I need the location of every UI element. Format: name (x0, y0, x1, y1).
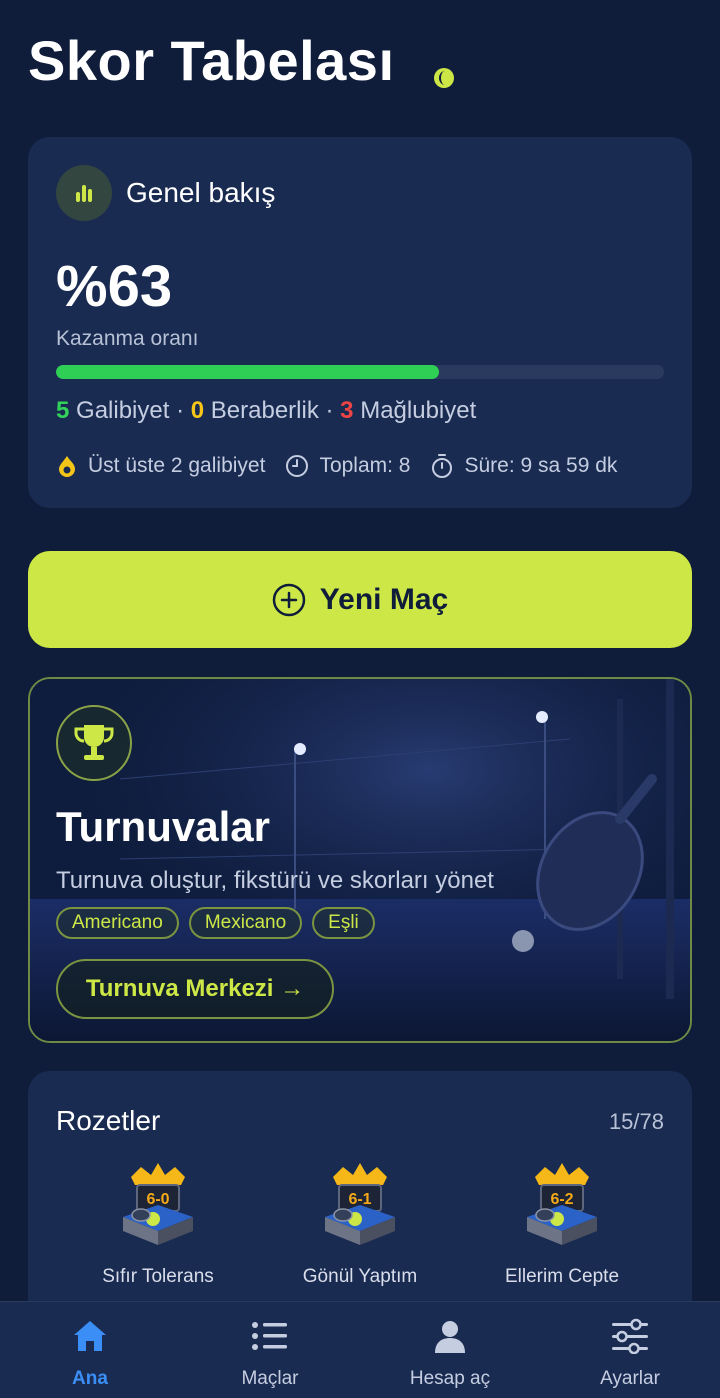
new-match-button[interactable]: Yeni Maç (28, 551, 692, 648)
tab-hesap-ac[interactable]: Hesap aç (380, 1316, 520, 1390)
streak-item: Üst üste 2 galibiyet (56, 454, 265, 478)
tab-label: Hesap aç (409, 1368, 491, 1389)
tab-label: Ana (72, 1368, 108, 1389)
overview-title: Genel bakış (126, 177, 276, 208)
badge-item[interactable]: 6-0 Sıfır Tolerans (58, 1159, 258, 1288)
clock-icon (286, 455, 309, 477)
plus-circle-icon (272, 583, 306, 616)
duration-item: Süre: 9 sa 59 dk (430, 453, 617, 479)
list-icon (200, 1316, 340, 1356)
duration-text: Süre: 9 sa 59 dk (464, 454, 618, 477)
tournaments-subtitle: Turnuva oluştur, fikstürü ve skorları yö… (56, 867, 494, 894)
user-icon (380, 1316, 520, 1356)
badge-label: Ellerim Cepte (504, 1266, 620, 1287)
app-screen: Skor Tabelası Genel bakış %63 Kazanma or… (0, 0, 720, 1398)
tournament-center-button[interactable]: Turnuva Merkezi → (56, 959, 334, 1019)
tab-label: Maçlar (241, 1368, 299, 1389)
tag-esli: Eşli (312, 907, 375, 939)
tournaments-title: Turnuvalar (56, 803, 270, 850)
match-record: 5 Galibiyet · 0 Beraberlik · 3 Mağlubiye… (56, 397, 476, 425)
win-rate-progress (56, 365, 664, 379)
tab-label: Ayarlar (600, 1368, 660, 1389)
badge-item[interactable]: 6-2 Ellerim Cepte (462, 1159, 662, 1288)
wins-label: Galibiyet (76, 397, 170, 424)
flame-icon (59, 456, 75, 477)
tournament-format-tags: Americano Mexicano Eşli (56, 907, 385, 939)
separator: · (176, 397, 191, 424)
page-title: Skor Tabelası (28, 29, 395, 92)
tab-maclar[interactable]: Maçlar (200, 1316, 340, 1390)
tennis-ball-icon (434, 68, 454, 88)
tag-americano: Americano (56, 907, 179, 939)
trophy-icon (56, 705, 132, 781)
badge-label: Sıfır Tolerans (102, 1266, 214, 1287)
new-match-label: Yeni Maç (319, 582, 449, 616)
win-rate-progress-fill (56, 365, 440, 379)
win-rate-value: %63 (56, 254, 173, 319)
badges-count: 15/78 (608, 1109, 664, 1134)
badge-scoreboard-icon: 6-2 (527, 1163, 597, 1245)
timer-icon (432, 454, 453, 478)
badge-label: Gönül Yaptım (302, 1266, 418, 1287)
badge-scoreboard-icon: 6-0 (123, 1163, 193, 1245)
badges-title: Rozetler (56, 1105, 161, 1136)
tab-ana[interactable]: Ana (20, 1316, 160, 1390)
losses-label: Mağlubiyet (360, 397, 477, 424)
win-rate-label: Kazanma oranı (56, 327, 199, 350)
badge-item[interactable]: 6-1 Gönül Yaptım (260, 1159, 460, 1288)
badges-card: Rozetler 15/78 6-0 Sıfır Tolerans 6-1 Gö… (28, 1071, 692, 1331)
badge-scoreboard-icon: 6-1 (325, 1163, 395, 1245)
tab-ayarlar[interactable]: Ayarlar (560, 1316, 700, 1390)
separator: · (325, 397, 341, 424)
tag-mexicano: Mexicano (188, 907, 303, 939)
overview-card[interactable]: Genel bakış %63 Kazanma oranı 5 Galibiye… (28, 137, 692, 508)
overview-meta: Üst üste 2 galibiyet Toplam: 8 Süre: 9 s… (56, 453, 637, 479)
sliders-icon (560, 1316, 700, 1356)
losses-count: 3 (340, 397, 354, 424)
total-item: Toplam: 8 (285, 454, 410, 478)
home-icon (20, 1316, 160, 1356)
draws-label: Beraberlik (210, 397, 319, 424)
wins-count: 5 (56, 397, 70, 424)
streak-text: Üst üste 2 galibiyet (88, 454, 266, 477)
bottom-tab-bar: Ana Maçlar Hesap aç Ayarlar (0, 1301, 720, 1398)
total-text: Toplam: 8 (319, 454, 411, 477)
bar-chart-icon (56, 165, 112, 221)
draws-count: 0 (190, 397, 205, 424)
tournaments-card[interactable]: Turnuvalar Turnuva oluştur, fikstürü ve … (28, 677, 692, 1043)
